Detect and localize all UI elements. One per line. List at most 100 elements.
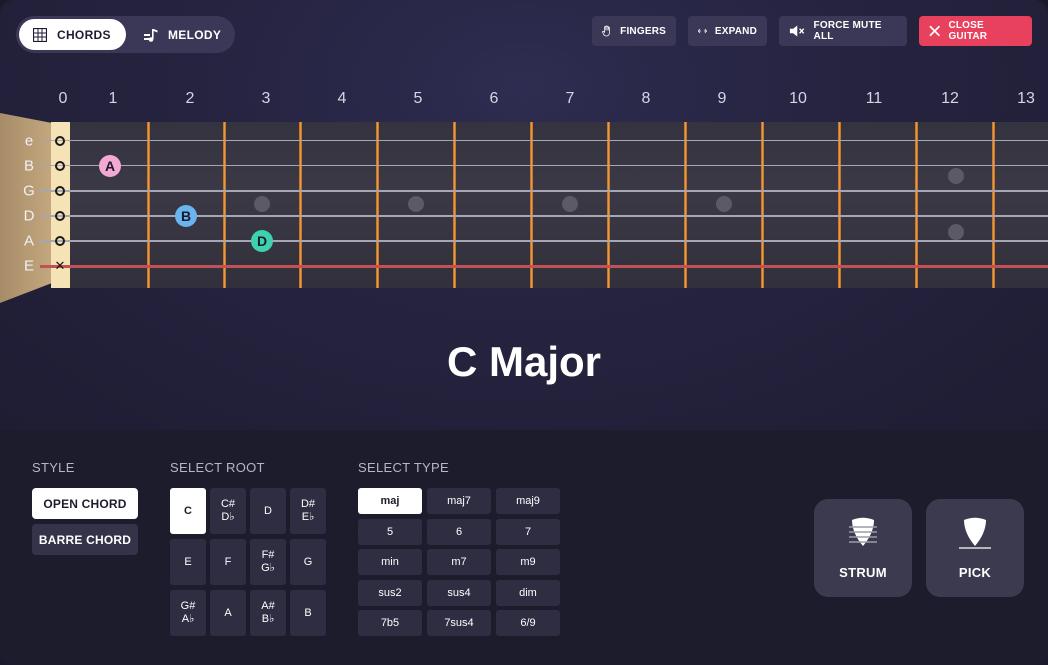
type-option[interactable]: maj — [358, 488, 422, 514]
mute-speaker-icon — [789, 25, 805, 37]
root-option-d-sharp[interactable]: D# E♭ — [290, 488, 326, 534]
chord-note-marker[interactable]: A — [99, 155, 121, 177]
type-option[interactable]: 7sus4 — [427, 610, 491, 636]
root-main-label: F — [224, 555, 232, 568]
fingers-button[interactable]: FINGERS — [592, 16, 676, 46]
force-mute-all-button[interactable]: FORCE MUTE ALL — [779, 16, 907, 46]
root-main-label: A# — [261, 600, 275, 612]
music-note-icon — [144, 28, 158, 42]
force-mute-label: FORCE MUTE ALL — [813, 20, 882, 42]
fret-number: 8 — [641, 90, 651, 107]
fret-number: 10 — [789, 90, 807, 107]
fret-wire — [223, 122, 226, 288]
fret-inlay-dot — [716, 196, 732, 212]
fret-number: 13 — [1017, 90, 1035, 107]
root-option-a[interactable]: A — [210, 590, 246, 636]
root-main-label: F# — [261, 549, 275, 561]
root-option-g[interactable]: G — [290, 539, 326, 585]
root-alt-label: A♭ — [181, 613, 195, 625]
style-option-open-chord[interactable]: OPEN CHORD — [32, 488, 138, 519]
fret-wire — [915, 122, 918, 288]
fingers-label: FINGERS — [620, 25, 666, 37]
fret-wire — [147, 122, 150, 288]
root-alt-label: E♭ — [301, 511, 315, 523]
expand-label: EXPAND — [714, 25, 757, 37]
pick-button[interactable]: PICK — [926, 499, 1024, 597]
select-root-title: SELECT ROOT — [170, 460, 265, 475]
root-option-b[interactable]: B — [290, 590, 326, 636]
fret-inlay-dot — [408, 196, 424, 212]
melody-mode-button[interactable]: MELODY — [126, 19, 232, 50]
open-string-marker[interactable] — [55, 236, 65, 246]
root-option-a-sharp[interactable]: A# B♭ — [250, 590, 286, 636]
root-option-f-sharp[interactable]: F# G♭ — [250, 539, 286, 585]
root-main-label: G — [303, 555, 313, 568]
chord-name: C Major — [446, 338, 601, 385]
fret-wire — [453, 122, 456, 288]
string-label: A — [23, 232, 35, 250]
string-A — [40, 240, 1048, 242]
open-string-marker[interactable] — [55, 186, 65, 196]
type-option[interactable]: sus2 — [358, 579, 422, 606]
root-main-label: C# — [220, 498, 236, 510]
type-option[interactable]: 6/9 — [496, 610, 560, 636]
grid-icon — [33, 27, 47, 42]
type-option[interactable]: maj7 — [427, 488, 491, 514]
fret-inlay-dot — [948, 224, 964, 240]
chord-note-marker[interactable]: B — [175, 205, 197, 227]
fret-number: 5 — [413, 90, 423, 107]
close-guitar-button[interactable]: CLOSE GUITAR — [919, 16, 1032, 46]
guitar-app: CHORDS MELODY FINGERS EXPAND FORCE MUTE … — [0, 0, 1048, 665]
fret-wire — [838, 122, 841, 288]
fret-wire — [761, 122, 764, 288]
style-option-barre-chord[interactable]: BARRE CHORD — [32, 524, 138, 555]
strum-label: STRUM — [839, 564, 887, 580]
fret-number: 6 — [489, 90, 499, 107]
type-option[interactable]: 5 — [358, 518, 422, 545]
type-option[interactable]: m9 — [496, 549, 560, 575]
root-option-f[interactable]: F — [210, 539, 246, 585]
string-label: E — [23, 257, 35, 275]
chord-note-marker[interactable]: D — [251, 230, 273, 252]
string-E — [40, 265, 1048, 268]
open-string-marker[interactable] — [55, 211, 65, 221]
expand-button[interactable]: EXPAND — [688, 16, 767, 46]
root-main-label: A — [224, 606, 232, 619]
fret-wire — [607, 122, 610, 288]
open-string-marker[interactable] — [55, 161, 65, 171]
style-title: STYLE — [32, 460, 75, 475]
root-main-label: D — [264, 504, 272, 517]
fret-number: 11 — [865, 90, 883, 107]
string-label: e — [24, 132, 34, 150]
type-option[interactable]: dim — [496, 579, 560, 606]
guitar-pick-icon — [959, 517, 991, 549]
strum-button[interactable]: STRUM — [814, 499, 912, 597]
root-option-d[interactable]: D — [250, 488, 286, 534]
root-option-g-sharp[interactable]: G# A♭ — [170, 590, 206, 636]
close-icon — [929, 25, 941, 37]
muted-string-marker[interactable]: ✕ — [55, 258, 66, 274]
fret-wire — [376, 122, 379, 288]
root-alt-label: D♭ — [221, 511, 235, 523]
fret-inlay-dot — [562, 196, 578, 212]
open-string-marker[interactable] — [55, 136, 65, 146]
root-option-c[interactable]: C — [170, 488, 206, 534]
type-option[interactable]: 7 — [496, 518, 560, 545]
fret-wire — [530, 122, 533, 288]
type-option[interactable]: 6 — [427, 518, 491, 545]
type-option[interactable]: m7 — [427, 549, 491, 575]
type-option[interactable]: sus4 — [427, 579, 491, 606]
chords-mode-button[interactable]: CHORDS — [19, 19, 126, 50]
root-option-e[interactable]: E — [170, 539, 206, 585]
root-alt-label: G♭ — [261, 562, 275, 574]
chords-mode-label: CHORDS — [57, 27, 111, 42]
type-option[interactable]: min — [358, 549, 422, 575]
type-option[interactable]: maj9 — [496, 488, 560, 514]
root-option-c-sharp[interactable]: C# D♭ — [210, 488, 246, 534]
string-label: D — [23, 207, 35, 225]
string-label: G — [23, 182, 35, 200]
fret-inlay-dot — [254, 196, 270, 212]
close-guitar-label: CLOSE GUITAR — [948, 20, 988, 42]
type-option[interactable]: 7b5 — [358, 610, 422, 636]
fret-number: 9 — [717, 90, 727, 107]
